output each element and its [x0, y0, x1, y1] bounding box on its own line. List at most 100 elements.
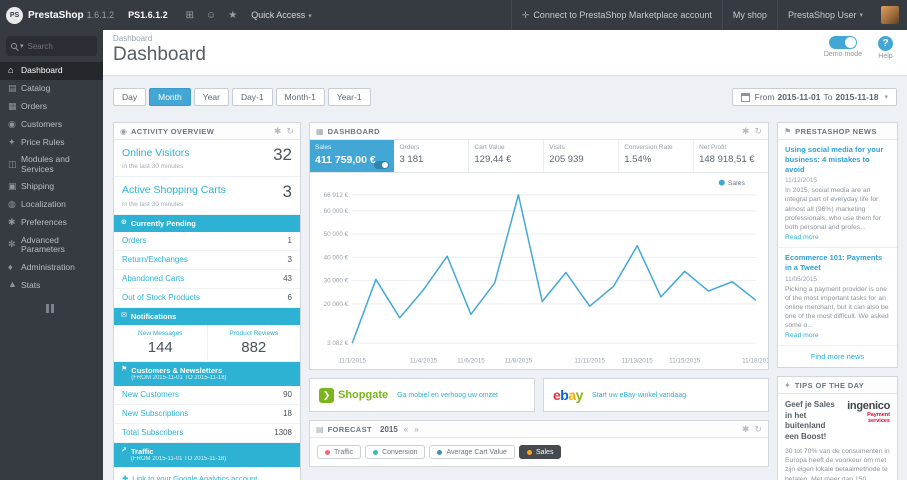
kpi-conversion-rate[interactable]: Conversion Rate 1.54%: [619, 140, 695, 172]
grid-icon: ▦: [316, 126, 324, 136]
news-read-more-link[interactable]: Read more: [785, 332, 890, 339]
brand-name: PrestaShop: [28, 9, 84, 21]
row-value: 6: [287, 293, 292, 303]
shopgate-link[interactable]: Ga mobiel en verhoog uw omzet: [397, 392, 498, 399]
pending-row-abandoned-carts[interactable]: Abandoned Carts 43: [114, 270, 300, 289]
period-filter-buttons: Day Month Year Day-1 Month-1 Year-1: [113, 88, 371, 106]
catalog-icon: ▤: [8, 82, 17, 93]
forecast-legend-sales[interactable]: Sales: [518, 445, 562, 459]
ebay-ad[interactable]: ebay Start uw eBay-winkel vandaag: [543, 378, 769, 412]
sidebar-item-preferences[interactable]: ✱ Preferences: [0, 214, 103, 232]
filter-button-day[interactable]: Day: [113, 88, 147, 106]
kpi-toggle-switch[interactable]: [374, 161, 390, 169]
sidebar-item-modules-and-services[interactable]: ◫ Modules and Services: [0, 151, 103, 178]
trophy-icon[interactable]: ★: [228, 10, 237, 21]
forecast-legend: Traffic Conversion Average Cart Value Sales: [317, 445, 761, 459]
pending-row-return-exchanges[interactable]: Return/Exchanges 3: [114, 251, 300, 270]
ebay-link[interactable]: Start uw eBay-winkel vandaag: [592, 392, 686, 399]
user-avatar[interactable]: [881, 6, 899, 24]
shop-name[interactable]: PS1.6.1.2: [128, 10, 168, 20]
find-more-news-link[interactable]: Find more news: [778, 346, 897, 367]
ingenico-logo[interactable]: ingenico Payment services: [844, 400, 890, 442]
news-article-title[interactable]: Ecommerce 101: Payments in a Tweet: [785, 253, 890, 273]
svg-text:11/13/2015: 11/13/2015: [622, 357, 654, 364]
sidebar-item-stats[interactable]: ▲ Stats: [0, 276, 103, 294]
sidebar-item-dashboard[interactable]: ⌂ Dashboard: [0, 62, 103, 80]
sidebar-item-orders[interactable]: ▦ Orders: [0, 98, 103, 116]
panel-settings-icon[interactable]: ✱: [742, 424, 750, 434]
cart-icon[interactable]: ⊞: [186, 10, 194, 21]
preferences-gear-icon: ✱: [8, 216, 16, 227]
news-list: Using social media for your business: 4 …: [778, 140, 897, 347]
pending-row-orders[interactable]: Orders 1: [114, 232, 300, 251]
marketplace-link[interactable]: ✛ Connect to PrestaShop Marketplace acco…: [510, 0, 722, 30]
help-icon[interactable]: ?: [878, 36, 893, 51]
news-read-more-link[interactable]: Read more: [785, 234, 890, 241]
customers-newsletters-header: ⚑ Customers & Newsletters (FROM 2015-11-…: [114, 361, 300, 386]
page-header: Dashboard Dashboard Demo mode ? Help: [103, 30, 907, 76]
panel-settings-icon[interactable]: ✱: [274, 126, 282, 136]
ebay-logo: ebay: [553, 387, 583, 403]
customers-row-total-subscribers[interactable]: Total Subscribers 1308: [114, 424, 300, 443]
search-input[interactable]: [27, 41, 83, 51]
sidebar-item-administration[interactable]: ♦ Administration: [0, 259, 103, 277]
kpi-net-profit[interactable]: Net Profit 148 918,51 €: [694, 140, 768, 172]
forecast-legend-conversion[interactable]: Conversion: [365, 445, 426, 459]
row-label: New Subscriptions: [122, 409, 189, 419]
notification-product-reviews[interactable]: Product Reviews 882: [208, 325, 301, 361]
kpi-orders[interactable]: Orders 3 181: [394, 140, 470, 172]
sidebar-item-catalog[interactable]: ▤ Catalog: [0, 80, 103, 98]
date-range-picker[interactable]: From 2015-11-01 To 2015-11-18 ▾: [731, 88, 897, 106]
sidebar-item-label: Price Rules: [21, 136, 65, 147]
breadcrumb[interactable]: Dashboard: [113, 34, 897, 43]
forecast-year[interactable]: 2015: [380, 425, 398, 434]
row-label: Out of Stock Products: [122, 293, 200, 303]
quick-access-menu[interactable]: Quick Access ▾: [251, 10, 312, 20]
notification-value: 882: [241, 338, 267, 356]
online-visitors-value: 32: [273, 145, 292, 164]
forecast-legend-traffic[interactable]: Traffic: [317, 445, 362, 459]
active-carts-stat[interactable]: Active Shopping Carts 3 in the last 30 m…: [114, 177, 300, 215]
sidebar-item-localization[interactable]: ◍ Localization: [0, 196, 103, 214]
customer-icon[interactable]: ☺: [206, 10, 216, 21]
my-shop-link[interactable]: My shop: [721, 0, 777, 30]
filter-button-year-1[interactable]: Year-1: [327, 88, 371, 106]
filter-button-year[interactable]: Year: [193, 88, 229, 106]
panel-refresh-icon[interactable]: ↻: [286, 126, 294, 136]
prestashop-logo-icon[interactable]: PS: [6, 6, 23, 24]
shopgate-ad[interactable]: ❯ Shopgate Ga mobiel en verhoog uw omzet: [309, 378, 535, 412]
news-article-title[interactable]: Using social media for your business: 4 …: [785, 145, 890, 174]
google-analytics-link[interactable]: ✚ Link to your Google Analytics account: [114, 467, 300, 480]
sidebar-item-price-rules[interactable]: ✦ Price Rules: [0, 134, 103, 152]
svg-text:11/1/2015: 11/1/2015: [338, 357, 366, 364]
prev-year-button[interactable]: «: [404, 425, 408, 434]
search-scope-chevron-icon[interactable]: ▾: [20, 42, 24, 50]
filter-button-month-1[interactable]: Month-1: [275, 88, 325, 106]
sidebar-item-advanced-parameters[interactable]: ✻ Advanced Parameters: [0, 232, 103, 259]
kpi-sales[interactable]: Sales 411 759,00 €: [310, 140, 395, 172]
panel-refresh-icon[interactable]: ↻: [754, 126, 762, 136]
date-from: 2015-11-01: [777, 92, 821, 102]
kpi-visits[interactable]: Visits 205 939: [544, 140, 620, 172]
sidebar-search[interactable]: ▾: [6, 36, 97, 56]
next-year-button[interactable]: »: [414, 425, 418, 434]
sidebar-collapse-button[interactable]: [45, 304, 58, 314]
kpi-value: 3 181: [399, 154, 424, 165]
sidebar-item-customers[interactable]: ◉ Customers: [0, 116, 103, 134]
filter-button-month[interactable]: Month: [149, 88, 191, 106]
panel-settings-icon[interactable]: ✱: [742, 126, 750, 136]
customers-row-new-customers[interactable]: New Customers 90: [114, 386, 300, 405]
svg-text:20 000 €: 20 000 €: [324, 301, 349, 308]
kpi-label: Visits: [549, 144, 565, 151]
filter-button-day-1[interactable]: Day-1: [231, 88, 273, 106]
pending-row-out-of-stock-products[interactable]: Out of Stock Products 6: [114, 289, 300, 308]
forecast-legend-average-cart-value[interactable]: Average Cart Value: [429, 445, 515, 459]
sidebar-item-shipping[interactable]: ▣ Shipping: [0, 178, 103, 196]
online-visitors-stat[interactable]: Online Visitors 32 in the last 30 minute…: [114, 140, 300, 178]
panel-refresh-icon[interactable]: ↻: [754, 424, 762, 434]
notification-new-messages[interactable]: New Messages 144: [114, 324, 208, 361]
customers-row-new-subscriptions[interactable]: New Subscriptions 18: [114, 405, 300, 424]
demo-mode-toggle[interactable]: [828, 36, 857, 49]
kpi-cart-value[interactable]: Cart Value 129,44 €: [469, 140, 545, 172]
user-menu[interactable]: PrestaShop User ▾: [776, 0, 873, 30]
